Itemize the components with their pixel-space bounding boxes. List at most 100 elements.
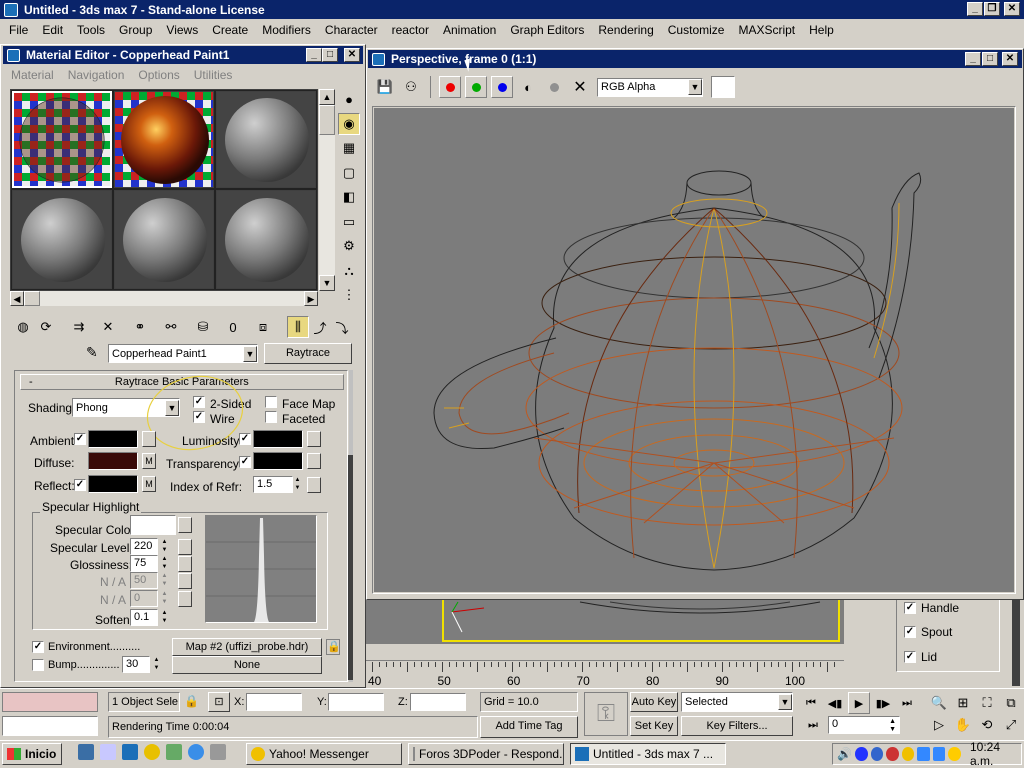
menu-item-14[interactable]: Help	[802, 23, 841, 37]
key-selection-dropdown[interactable]: Selected ▼	[681, 692, 793, 712]
tray-icon-3[interactable]	[870, 747, 884, 761]
z-coordinate-field[interactable]	[410, 693, 466, 711]
clone-window-icon[interactable]: ⚇	[400, 76, 422, 98]
tray-icon-2[interactable]	[854, 747, 868, 761]
command-panel-checkbox[interactable]: ✓	[904, 651, 916, 663]
soften-spinner-icon[interactable]: ▲ ▼	[160, 609, 169, 627]
transparency-swatch[interactable]	[253, 452, 303, 470]
quick-launch-icon-6[interactable]	[188, 744, 204, 760]
reflect-checkbox[interactable]: ✓	[74, 479, 86, 491]
menu-item-11[interactable]: Rendering	[591, 23, 660, 37]
luminosity-checkbox[interactable]: ✓	[239, 433, 251, 445]
medit-close-button[interactable]: ✕	[344, 48, 360, 62]
channel-dropdown[interactable]: RGB Alpha ▼	[597, 77, 703, 97]
chevron-down-icon[interactable]: ▼	[778, 694, 792, 710]
previous-frame-icon[interactable]: ◀▮	[824, 692, 846, 714]
menu-item-1[interactable]: Edit	[35, 23, 70, 37]
app-minimize-button[interactable]: _	[967, 2, 983, 16]
zoom-extents-icon[interactable]: ⛶	[976, 692, 998, 714]
pan-icon[interactable]: ✋	[952, 714, 974, 736]
y-coordinate-field[interactable]	[328, 693, 384, 711]
bump-spinner-icon[interactable]: ▲ ▼	[152, 656, 161, 674]
app-close-button[interactable]: ✕	[1004, 2, 1020, 16]
slot-vertical-scrollbar[interactable]: ▲ ▼	[319, 89, 335, 291]
sample-type-icon[interactable]: ●	[338, 88, 360, 110]
show-map-in-viewport-icon[interactable]: ⧈	[252, 316, 274, 338]
maxscript-listener-white[interactable]	[2, 716, 98, 736]
save-bitmap-icon[interactable]: 💾	[374, 76, 396, 98]
auto-key-button[interactable]: Auto Key	[630, 692, 678, 712]
selection-lock-icon[interactable]: 🔒	[184, 694, 199, 710]
menu-item-9[interactable]: Animation	[436, 23, 503, 37]
bump-checkbox[interactable]	[32, 659, 44, 671]
reflect-swatch[interactable]	[88, 475, 138, 493]
menu-item-5[interactable]: Create	[205, 23, 255, 37]
set-key-mode-key-icon[interactable]: ⚿	[584, 692, 628, 736]
task-3ds-max[interactable]: Untitled - 3ds max 7 ...	[570, 743, 726, 765]
sample-slot-4[interactable]	[12, 190, 112, 289]
specular-color-map-button[interactable]	[178, 517, 192, 533]
zoom-icon[interactable]: 🔍	[928, 692, 950, 714]
tray-icon-6[interactable]	[917, 747, 930, 761]
green-channel-icon[interactable]	[465, 76, 487, 98]
medit-menu-item-1[interactable]: Navigation	[61, 68, 132, 82]
show-end-result-icon[interactable]: ⫼	[287, 316, 309, 338]
material-name-dropdown[interactable]: Copperhead Paint1 ▼	[108, 344, 258, 363]
menu-item-3[interactable]: Group	[112, 23, 159, 37]
sample-slot-6[interactable]	[216, 190, 316, 289]
medit-maximize-button[interactable]: □	[322, 48, 338, 62]
faceted-checkbox[interactable]	[265, 411, 277, 423]
scroll-thumb[interactable]	[319, 105, 335, 135]
command-panel-checkbox[interactable]: ✓	[904, 626, 916, 638]
scroll-up-icon[interactable]: ▲	[319, 89, 335, 105]
command-panel-checkbox[interactable]: ✓	[904, 602, 916, 614]
index-refr-spinner-icon[interactable]: ▲ ▼	[293, 476, 302, 494]
medit-menu-item-2[interactable]: Options	[131, 68, 186, 82]
set-key-button[interactable]: Set Key	[630, 716, 678, 736]
monochrome-icon[interactable]	[543, 76, 565, 98]
chevron-down-icon[interactable]: ▼	[243, 345, 257, 362]
menu-item-4[interactable]: Views	[159, 23, 205, 37]
transparency-checkbox[interactable]: ✓	[239, 456, 251, 468]
quick-launch-icon-5[interactable]	[166, 744, 182, 760]
blue-channel-icon[interactable]	[491, 76, 513, 98]
luminosity-map-button[interactable]	[307, 431, 321, 447]
start-button[interactable]: Inicio	[2, 743, 62, 765]
field-of-view-icon[interactable]: ▷	[928, 714, 950, 736]
reflect-map-button[interactable]: M	[142, 476, 156, 492]
quick-launch-icon-4[interactable]	[144, 744, 160, 760]
environment-map-button[interactable]: Map #2 (uffizi_probe.hdr)	[172, 638, 322, 656]
get-material-icon[interactable]: ◍	[12, 316, 34, 338]
scroll-left-icon[interactable]: ◀	[10, 291, 24, 306]
menu-item-8[interactable]: reactor	[385, 23, 436, 37]
absolute-mode-button[interactable]: ⊡	[208, 692, 230, 712]
render-minimize-button[interactable]: _	[965, 52, 981, 66]
put-to-scene-icon[interactable]: ⟳	[35, 316, 57, 338]
sample-uv-tiling-icon[interactable]: ▢	[338, 162, 360, 184]
index-refr-map-button[interactable]	[307, 477, 321, 493]
diffuse-swatch[interactable]	[88, 452, 138, 470]
specular-level-spinner-icon[interactable]: ▲ ▼	[160, 538, 169, 556]
red-channel-icon[interactable]	[439, 76, 461, 98]
soften-field[interactable]: 0.1	[130, 609, 158, 626]
specular-level-field[interactable]: 220	[130, 538, 158, 555]
make-preview-icon[interactable]: ▭	[338, 211, 360, 233]
app-maximize-button[interactable]: ❐	[984, 2, 1000, 16]
put-to-library-icon[interactable]: ⛁	[192, 316, 214, 338]
scroll-right-icon[interactable]: ▶	[304, 291, 318, 306]
material-map-navigator-icon[interactable]: ⋮	[338, 284, 360, 306]
go-to-start-icon[interactable]: ⏮	[800, 692, 822, 714]
material-effects-channel-icon[interactable]: 0	[222, 316, 244, 338]
glossiness-field[interactable]: 75	[130, 555, 158, 572]
frame-spinner-icon[interactable]: ▲ ▼	[889, 718, 896, 733]
chevron-down-icon[interactable]: ▼	[688, 79, 702, 95]
menu-item-10[interactable]: Graph Editors	[503, 23, 591, 37]
glossiness-map-button[interactable]	[178, 556, 192, 572]
bump-amount-field[interactable]: 30	[122, 656, 150, 673]
specular-color-swatch[interactable]	[130, 515, 176, 535]
render-close-button[interactable]: ✕	[1002, 52, 1018, 66]
task-yahoo-messenger[interactable]: Yahoo! Messenger	[246, 743, 402, 765]
quick-launch-icon-2[interactable]	[100, 744, 116, 760]
orbit-icon[interactable]: ⟲	[976, 714, 998, 736]
menu-item-7[interactable]: Character	[318, 23, 385, 37]
